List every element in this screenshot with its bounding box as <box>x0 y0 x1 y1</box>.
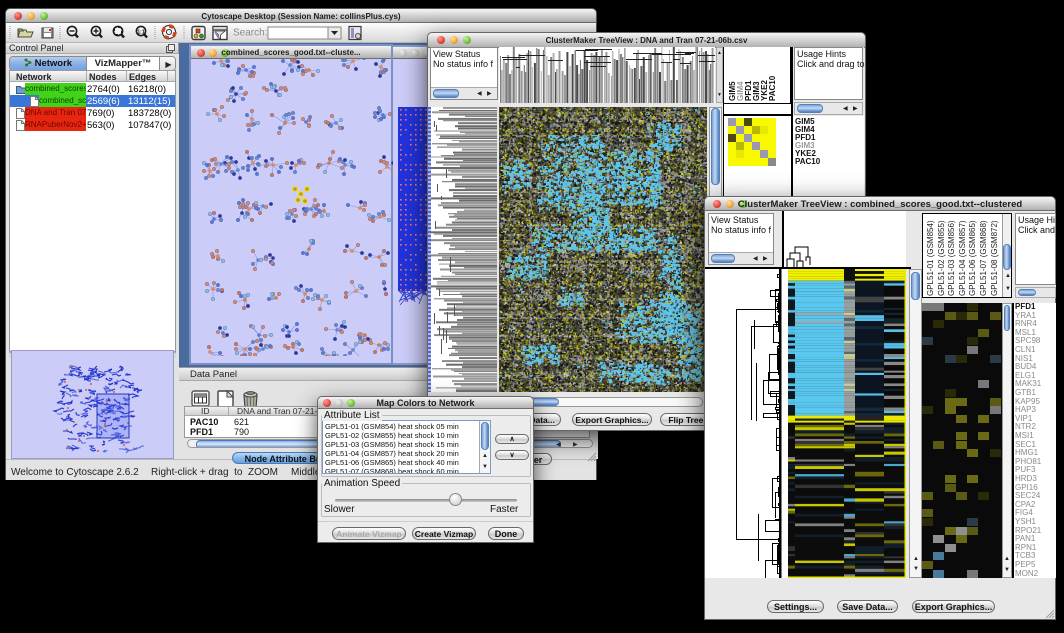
svg-text:1:1: 1:1 <box>137 30 144 36</box>
svg-text:Search:: Search: <box>233 28 267 39</box>
